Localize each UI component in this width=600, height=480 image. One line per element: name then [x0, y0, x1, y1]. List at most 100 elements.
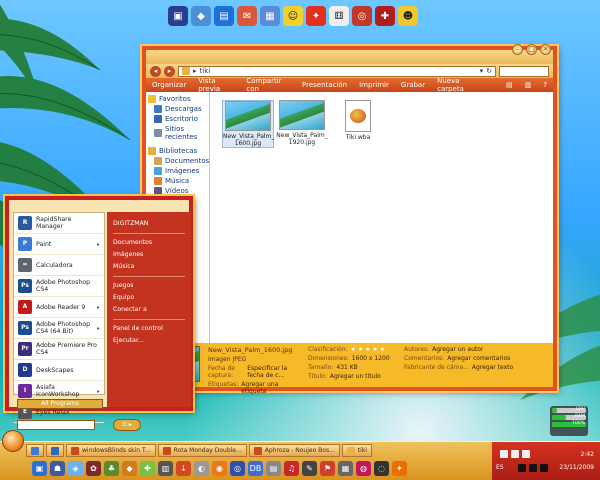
start-program-item[interactable]: Ps Adobe Photoshop CS4: [14, 276, 104, 297]
details-title[interactable]: Agregar un título: [330, 373, 381, 380]
quicklaunch-icon[interactable]: ☗: [50, 461, 65, 476]
clock-time[interactable]: 2:42: [581, 451, 594, 458]
nav-favorites[interactable]: Favoritos: [148, 95, 207, 103]
quicklaunch-icon[interactable]: ▦: [338, 461, 353, 476]
submenu-arrow-icon[interactable]: ▸: [97, 241, 100, 248]
toolbar-new-folder[interactable]: Nueva carpeta: [437, 77, 482, 93]
start-link-run[interactable]: Ejecutar...: [113, 335, 185, 347]
taskbar-button[interactable]: Aphroza - Noujeo Bos...: [248, 444, 340, 457]
dock-app-icon[interactable]: ✉: [237, 6, 257, 26]
dock-app-icon[interactable]: ◎: [352, 6, 372, 26]
nav-item-videos[interactable]: Vídeos: [148, 187, 207, 195]
tray-icon[interactable]: [511, 450, 519, 458]
tray-icon[interactable]: [500, 450, 508, 458]
rating-stars[interactable]: ★ ★ ★ ★ ★: [351, 346, 386, 353]
dock-app-icon[interactable]: ◆: [191, 6, 211, 26]
quicklaunch-icon[interactable]: ◍: [356, 461, 371, 476]
start-link-pictures[interactable]: Imágenes: [113, 249, 185, 261]
nav-item-documents[interactable]: Documentos: [148, 157, 209, 165]
dock-app-icon[interactable]: ✦: [306, 6, 326, 26]
dock-app-icon[interactable]: ☺: [283, 6, 303, 26]
start-program-item[interactable]: Pr Adobe Premiere Pro CS4: [14, 339, 104, 360]
address-field[interactable]: ▸ tiki ▾ ↻: [178, 65, 496, 77]
dock-app-icon[interactable]: ⚅: [329, 6, 349, 26]
start-link-control-panel[interactable]: Panel de control: [113, 323, 185, 335]
file-item[interactable]: New_Vista_Palm_ 1600.jpg: [222, 100, 274, 148]
refresh-icon[interactable]: ↻: [486, 67, 492, 75]
back-icon[interactable]: ◂: [150, 65, 161, 77]
quicklaunch-icon[interactable]: ◈: [68, 461, 83, 476]
pane-toggle-icon[interactable]: ▥: [525, 81, 532, 89]
quicklaunch-icon[interactable]: ⚑: [320, 461, 335, 476]
taskbar-show-desktop[interactable]: [26, 444, 44, 457]
window-titlebar[interactable]: – □ ×: [146, 44, 553, 64]
start-program-item[interactable]: P Paint ▸: [14, 234, 104, 255]
dock-app-icon[interactable]: ▣: [168, 6, 188, 26]
details-authors[interactable]: Agregar un autor: [432, 346, 483, 353]
volume-icon[interactable]: [529, 464, 537, 472]
taskbar-button[interactable]: tiki: [341, 444, 372, 457]
quicklaunch-icon[interactable]: ◐: [194, 461, 209, 476]
dock-app-icon[interactable]: ▦: [260, 6, 280, 26]
start-program-item[interactable]: A Adobe Reader 9 ▸: [14, 297, 104, 318]
nav-item-recent[interactable]: Sitios recientes: [148, 125, 207, 141]
minimize-icon[interactable]: –: [512, 44, 523, 55]
start-link-connect[interactable]: Conectar a: [113, 304, 185, 316]
toolbar-print[interactable]: Imprimir: [359, 81, 389, 89]
toolbar-share[interactable]: Compartir con: [246, 77, 290, 93]
nav-item-downloads[interactable]: Descargas: [148, 105, 207, 113]
start-link-music[interactable]: Música: [113, 261, 185, 273]
nav-libraries[interactable]: Bibliotecas: [148, 147, 207, 155]
toolbar-organize[interactable]: Organizar: [152, 81, 186, 89]
battery-icon[interactable]: [540, 464, 548, 472]
quicklaunch-icon[interactable]: ▣: [32, 461, 47, 476]
forward-icon[interactable]: ▸: [164, 65, 175, 77]
nav-item-music[interactable]: Música: [148, 177, 207, 185]
taskbar-button[interactable]: windowsBlinds skin T...: [66, 444, 156, 457]
quicklaunch-icon[interactable]: ✦: [392, 461, 407, 476]
start-link-computer[interactable]: Equipo: [113, 292, 185, 304]
start-program-item[interactable]: = Calculadora: [14, 255, 104, 276]
submenu-arrow-icon[interactable]: ▸: [97, 304, 100, 311]
file-item[interactable]: New_Vista_Palm_ 1920.jpg: [276, 100, 328, 146]
details-tags[interactable]: Agregar una etiqueta: [241, 381, 300, 395]
start-user-name[interactable]: DIGITZMAN: [113, 218, 185, 230]
breadcrumb[interactable]: tiki: [200, 67, 211, 75]
submenu-arrow-icon[interactable]: ▸: [97, 325, 100, 332]
quicklaunch-icon[interactable]: ◌: [374, 461, 389, 476]
all-programs-button[interactable]: All Programs: [17, 399, 103, 409]
quicklaunch-icon[interactable]: ◆: [122, 461, 137, 476]
start-program-item[interactable]: D DeskScapes: [14, 360, 104, 381]
dock-app-icon[interactable]: ✚: [375, 6, 395, 26]
dock-app-icon[interactable]: ☻: [398, 6, 418, 26]
language-indicator[interactable]: ES: [496, 464, 504, 471]
tray-icon[interactable]: [522, 450, 530, 458]
start-program-item[interactable]: R RapidShare Manager: [14, 213, 104, 234]
taskbar-ie[interactable]: [46, 444, 64, 457]
quicklaunch-icon[interactable]: ♣: [104, 461, 119, 476]
start-program-item[interactable]: Ps Adobe Photoshop CS4 (64 Bit) ▸: [14, 318, 104, 339]
quicklaunch-icon[interactable]: ◉: [212, 461, 227, 476]
clock-date[interactable]: 23/11/2009: [559, 464, 594, 471]
view-options-icon[interactable]: ▤: [506, 81, 513, 89]
quicklaunch-icon[interactable]: ♫: [284, 461, 299, 476]
start-search-input[interactable]: [17, 420, 95, 430]
details-date-taken[interactable]: Especificar la fecha de c...: [247, 365, 300, 379]
quicklaunch-icon[interactable]: ✚: [140, 461, 155, 476]
quicklaunch-icon[interactable]: ▥: [158, 461, 173, 476]
submenu-arrow-icon[interactable]: ▸: [97, 388, 100, 395]
search-input[interactable]: [499, 65, 549, 77]
dropdown-icon[interactable]: ▾: [480, 67, 484, 75]
quicklaunch-icon[interactable]: ✿: [86, 461, 101, 476]
quicklaunch-icon[interactable]: DB: [248, 461, 263, 476]
nav-item-pictures[interactable]: Imágenes: [148, 167, 207, 175]
maximize-icon[interactable]: □: [526, 44, 537, 55]
shutdown-button[interactable]: ⏻ ▸: [113, 419, 141, 431]
nav-item-desktop[interactable]: Escritorio: [148, 115, 207, 123]
close-icon[interactable]: ×: [540, 44, 551, 55]
start-button[interactable]: [2, 430, 24, 452]
network-icon[interactable]: [518, 464, 526, 472]
quicklaunch-icon[interactable]: ▤: [266, 461, 281, 476]
file-item[interactable]: Tiki.wba: [332, 100, 384, 141]
taskbar-button[interactable]: Rota Monday Double...: [157, 444, 247, 457]
